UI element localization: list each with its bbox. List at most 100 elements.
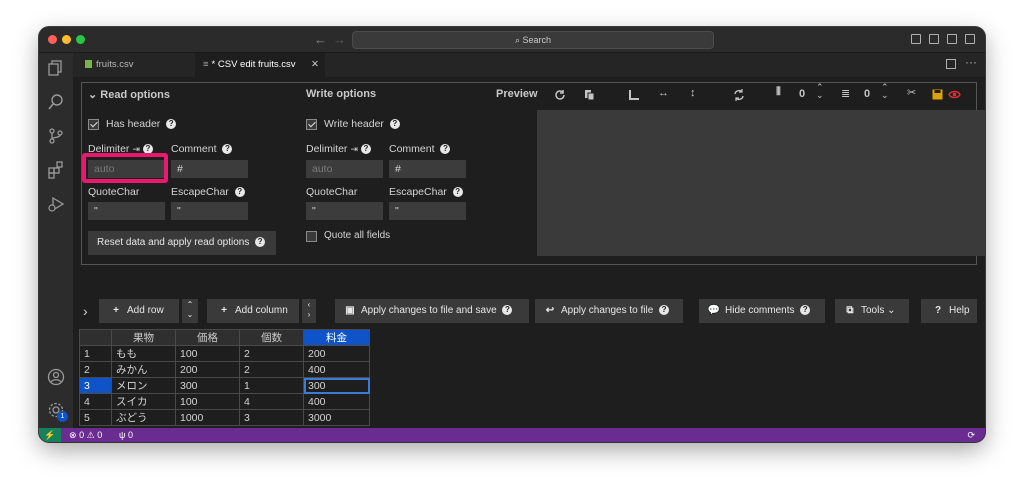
pin-off-icon[interactable]: ✂ [907, 86, 916, 99]
table-cell[interactable]: もも [111, 345, 176, 362]
table-cell[interactable]: 4 [239, 393, 304, 410]
column-header[interactable]: 果物 [111, 329, 176, 346]
row-number[interactable]: 4 [79, 393, 112, 410]
forward-arrow-icon[interactable]: → [333, 32, 346, 47]
read-quotechar-input[interactable] [88, 202, 165, 220]
table-cell[interactable]: 400 [303, 393, 370, 410]
minimize-window-button[interactable] [62, 35, 71, 44]
extensions-icon[interactable] [47, 161, 65, 179]
reload-icon[interactable] [554, 89, 566, 101]
notifications-bell-icon[interactable]: ⟳ [967, 428, 975, 442]
apply-and-save-button[interactable]: ▣ Apply changes to file and save ? [335, 299, 529, 323]
customize-layout-icon[interactable] [965, 34, 975, 44]
selected-cell[interactable]: 300 [303, 377, 370, 394]
table-cell[interactable]: メロン [111, 377, 176, 394]
add-row-button[interactable]: + Add row [99, 299, 179, 323]
has-header-label: Has header ? [106, 118, 177, 130]
expand-vertical-icon[interactable]: ↕ [690, 87, 696, 99]
read-comment-input[interactable] [171, 160, 248, 178]
command-center-search[interactable]: ⌕ Search [352, 31, 714, 49]
table-cell[interactable]: 200 [303, 345, 370, 362]
row-number[interactable]: 5 [79, 409, 112, 426]
preview-textarea[interactable] [537, 110, 985, 256]
more-actions-icon[interactable]: ··· [965, 55, 977, 69]
table-cell[interactable]: 2 [239, 361, 304, 378]
help-icon: ? [502, 305, 513, 316]
apply-changes-button[interactable]: ↩ Apply changes to file ? [535, 299, 683, 323]
columns-stepper[interactable]: ⌃ ⌄ [816, 83, 824, 100]
toggle-primary-sidebar-icon[interactable] [911, 34, 921, 44]
reset-read-options-button[interactable]: Reset data and apply read options ? [88, 231, 276, 255]
help-icon[interactable]: ? [452, 187, 463, 198]
table-cell[interactable]: 3 [239, 409, 304, 426]
table-cell[interactable]: スイカ [111, 393, 176, 410]
explorer-icon[interactable] [47, 59, 65, 77]
source-control-icon[interactable] [47, 127, 65, 145]
help-icon[interactable]: ? [440, 144, 451, 155]
row-stepper[interactable]: ⌃ ⌄ [182, 299, 198, 323]
table-cell[interactable]: 100 [175, 345, 240, 362]
has-header-checkbox[interactable] [88, 119, 99, 130]
trim-icon[interactable] [628, 89, 640, 101]
row-number[interactable]: 2 [79, 361, 112, 378]
ports-indicator[interactable]: ψ 0 [119, 428, 133, 442]
zoom-window-button[interactable] [76, 35, 85, 44]
row-number[interactable]: 1 [79, 345, 112, 362]
toggle-panel-icon[interactable] [929, 34, 939, 44]
read-options-heading[interactable]: ⌄ Read options [88, 88, 170, 101]
write-quotechar-input[interactable] [306, 202, 383, 220]
close-window-button[interactable] [48, 35, 57, 44]
help-icon[interactable]: ? [360, 144, 371, 155]
split-editor-icon[interactable] [946, 59, 956, 69]
expand-horizontal-icon[interactable]: ↔ [658, 87, 669, 99]
eye-icon[interactable] [948, 89, 961, 100]
toggle-secondary-sidebar-icon[interactable] [947, 34, 957, 44]
row-number[interactable]: 3 [79, 377, 112, 394]
table-cell[interactable]: 2 [239, 345, 304, 362]
column-header[interactable]: 料金 [303, 329, 370, 346]
write-comment-input[interactable] [389, 160, 466, 178]
table-cell[interactable]: 3000 [303, 409, 370, 426]
tab-csv-edit[interactable]: ≡ * CSV edit fruits.csv ✕ [195, 53, 325, 77]
help-icon[interactable]: ? [234, 187, 245, 198]
expand-chevron-icon[interactable]: › [83, 303, 88, 319]
quote-all-fields-checkbox[interactable] [306, 231, 317, 242]
table-cell[interactable]: みかん [111, 361, 176, 378]
write-escapechar-input[interactable] [389, 202, 466, 220]
read-escapechar-input[interactable] [171, 202, 248, 220]
sync-icon[interactable] [733, 89, 745, 101]
copy-icon[interactable] [584, 89, 595, 101]
table-cell[interactable]: 400 [303, 361, 370, 378]
table-row: 2 みかん 200 2 400 [79, 361, 370, 378]
help-icon[interactable]: ? [222, 144, 233, 155]
back-arrow-icon[interactable]: ← [314, 32, 327, 47]
table-cell[interactable]: 300 [175, 377, 240, 394]
help-icon[interactable]: ? [166, 119, 177, 130]
help-icon: ? [255, 237, 266, 248]
column-header[interactable]: 個数 [239, 329, 304, 346]
add-column-button[interactable]: + Add column [207, 299, 299, 323]
save-icon[interactable] [932, 89, 943, 100]
close-tab-icon[interactable]: ✕ [311, 53, 319, 77]
rows-stepper[interactable]: ⌃ ⌄ [881, 83, 889, 100]
account-icon[interactable] [47, 368, 65, 386]
help-icon[interactable]: ? [389, 119, 400, 130]
table-cell[interactable]: 200 [175, 361, 240, 378]
tab-fruits-csv[interactable]: fruits.csv [73, 53, 163, 77]
column-stepper[interactable]: ‹ › [302, 299, 316, 323]
table-cell[interactable]: 100 [175, 393, 240, 410]
run-debug-icon[interactable] [47, 195, 65, 213]
write-header-checkbox[interactable] [306, 119, 317, 130]
remote-indicator-icon[interactable]: ⚡ [39, 428, 61, 442]
table-cell[interactable]: ぶどう [111, 409, 176, 426]
problems-indicator[interactable]: ⊗ 0 ⚠ 0 [69, 428, 102, 442]
columns-icon: ⦀ [776, 86, 781, 98]
column-header[interactable]: 価格 [175, 329, 240, 346]
write-delimiter-input[interactable] [306, 160, 383, 178]
search-icon[interactable] [47, 93, 65, 111]
table-cell[interactable]: 1000 [175, 409, 240, 426]
hide-comments-button[interactable]: 💬 Hide comments ? [699, 299, 825, 323]
tools-dropdown-button[interactable]: ⧉ Tools ⌄ [835, 299, 909, 323]
help-button[interactable]: ? Help [921, 299, 977, 323]
table-cell[interactable]: 1 [239, 377, 304, 394]
